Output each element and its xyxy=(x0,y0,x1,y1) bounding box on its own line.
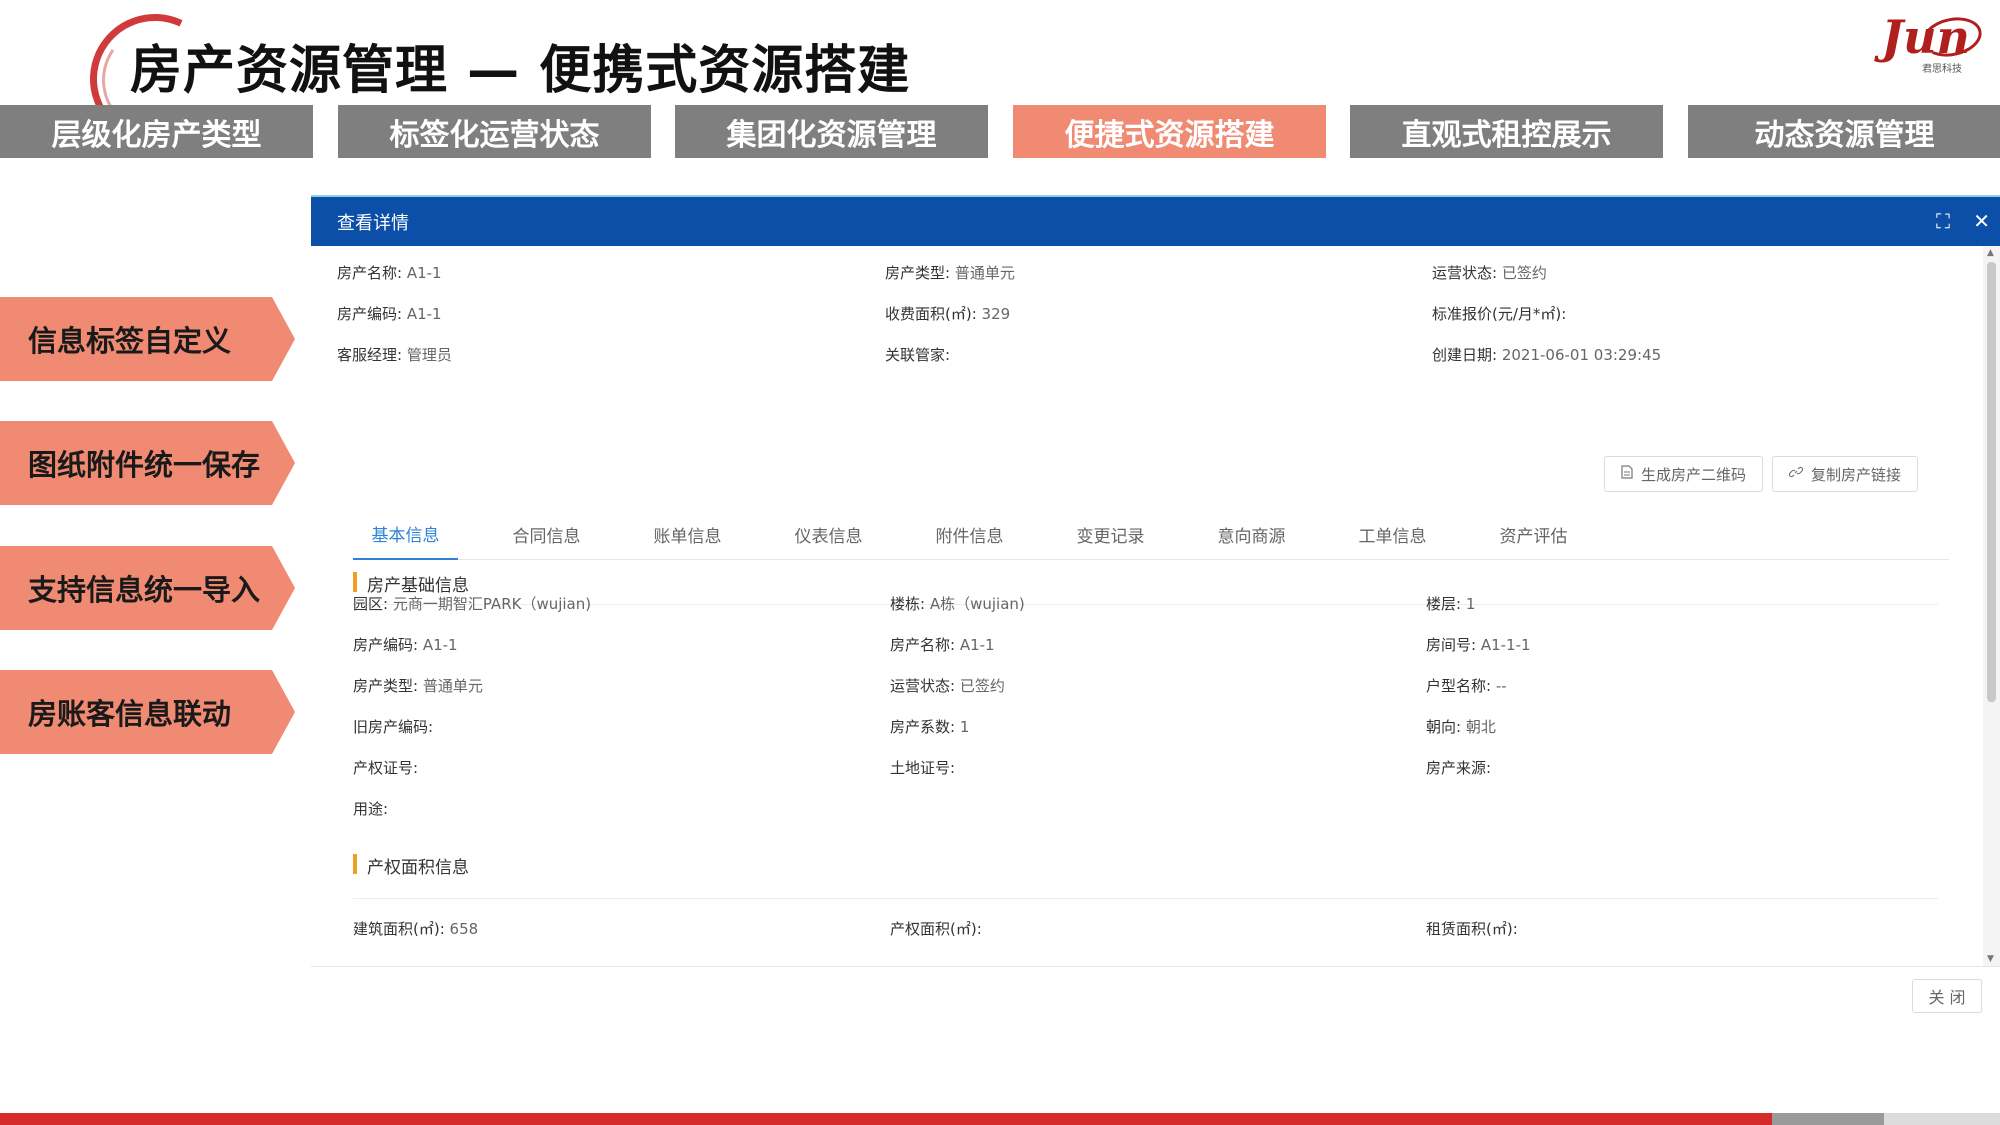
field-created-date: 创建日期: 2021-06-01 03:29:45 xyxy=(1432,346,1662,364)
detail-tabs: 基本信息 合同信息 账单信息 仪表信息 附件信息 变更记录 意向商源 工单信息 … xyxy=(353,508,1949,560)
top-tab-2[interactable]: 标签化运营状态 xyxy=(338,105,651,158)
field-related-butler: 关联管家: xyxy=(885,346,951,364)
field-operation-status: 运营状态: 已签约 xyxy=(1432,264,1547,282)
side-label-4: 房账客信息联动 xyxy=(0,670,295,754)
field-service-manager: 客服经理: 管理员 xyxy=(337,346,452,364)
logo-text: Jun xyxy=(1881,10,1970,64)
document-icon xyxy=(1621,465,1633,483)
top-tab-5[interactable]: 直观式租控展示 xyxy=(1350,105,1663,158)
expand-icon[interactable]: ⛶ xyxy=(1936,211,1950,231)
page-title: 房产资源管理 — 便携式资源搭建 xyxy=(130,41,911,101)
link-icon xyxy=(1788,465,1804,483)
copy-link-button[interactable]: 复制房产链接 xyxy=(1772,456,1919,492)
detail-modal: 查看详情 ⛶ ✕ 房产名称: A1-1 房产类型: 普通单元 运营状态: 已签约… xyxy=(311,195,2000,1025)
tab-attachment-info[interactable]: 附件信息 xyxy=(917,508,1022,560)
side-label-2: 图纸附件统一保存 xyxy=(0,421,295,505)
top-tab-4-active[interactable]: 便捷式资源搭建 xyxy=(1013,105,1326,158)
tab-intention-source[interactable]: 意向商源 xyxy=(1199,508,1304,560)
modal-body: 房产名称: A1-1 房产类型: 普通单元 运营状态: 已签约 房产编码: A1… xyxy=(311,246,1983,966)
tab-bill-info[interactable]: 账单信息 xyxy=(635,508,740,560)
field-standard-price: 标准报价(元/月*㎡): xyxy=(1432,305,1567,323)
field-property-type: 房产类型: 普通单元 xyxy=(885,264,1015,282)
scroll-thumb[interactable] xyxy=(1987,262,1996,702)
generate-qrcode-button[interactable]: 生成房产二维码 xyxy=(1604,456,1764,492)
modal-title: 查看详情 xyxy=(337,212,409,234)
section-divider xyxy=(353,604,1938,605)
side-label-1: 信息标签自定义 xyxy=(0,297,295,381)
bottom-bar-gray xyxy=(1772,1113,1884,1125)
tab-meter-info[interactable]: 仪表信息 xyxy=(776,508,881,560)
scroll-up-icon[interactable]: ▲ xyxy=(1987,248,1994,258)
modal-header: 查看详情 ⛶ ✕ xyxy=(311,195,2000,246)
close-icon[interactable]: ✕ xyxy=(1973,211,1990,231)
bottom-bar-light xyxy=(1884,1113,2000,1125)
top-tab-1[interactable]: 层级化房产类型 xyxy=(0,105,313,158)
field-charge-area: 收费面积(㎡): 329 xyxy=(885,305,1011,323)
tab-change-record[interactable]: 变更记录 xyxy=(1058,508,1163,560)
vertical-scrollbar[interactable]: ▲ ▼ xyxy=(1983,246,2000,966)
bottom-bar-red xyxy=(0,1113,1772,1125)
field-property-name: 房产名称: A1-1 xyxy=(337,264,442,282)
top-tab-6[interactable]: 动态资源管理 xyxy=(1688,105,2000,158)
section-title-basic: 房产基础信息 xyxy=(353,571,469,596)
field-property-code: 房产编码: A1-1 xyxy=(337,305,442,323)
tab-work-order[interactable]: 工单信息 xyxy=(1340,508,1445,560)
close-button[interactable]: 关 闭 xyxy=(1912,979,1982,1013)
modal-footer: 关 闭 xyxy=(311,966,2000,1025)
tab-basic-info[interactable]: 基本信息 xyxy=(353,508,458,560)
scroll-down-icon[interactable]: ▼ xyxy=(1987,954,1994,964)
side-label-3: 支持信息统一导入 xyxy=(0,546,295,630)
top-tab-3[interactable]: 集团化资源管理 xyxy=(675,105,988,158)
tab-contract-info[interactable]: 合同信息 xyxy=(494,508,599,560)
tab-asset-evaluation[interactable]: 资产评估 xyxy=(1481,508,1586,560)
logo-subtitle: 君思科技 xyxy=(1922,64,1962,75)
